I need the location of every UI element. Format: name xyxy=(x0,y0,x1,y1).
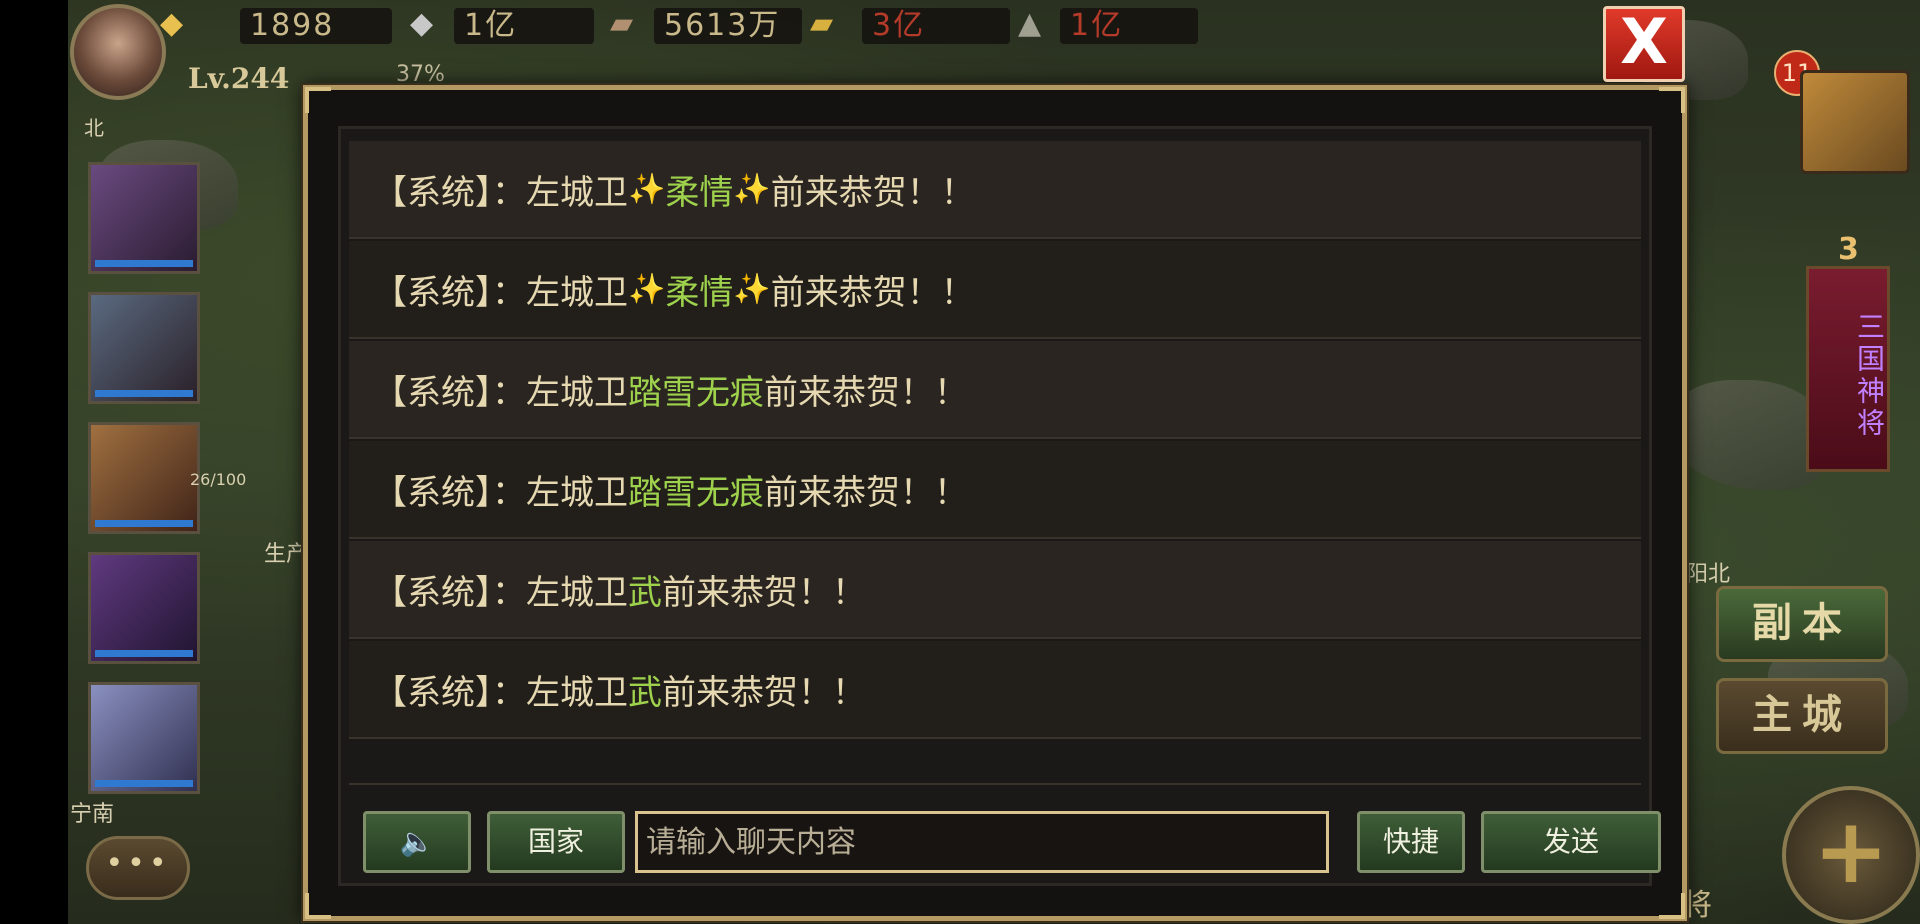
dungeon-button[interactable]: 副本 xyxy=(1716,586,1888,662)
player-avatar[interactable] xyxy=(70,4,166,100)
food-amount: 3亿 xyxy=(862,8,1010,44)
message-suffix: 前来恭贺！！ xyxy=(770,272,975,313)
quick-phrase-button[interactable]: 快捷 xyxy=(1357,811,1465,873)
chat-message: 【系统】： 左城卫 武 前来恭贺！！ xyxy=(349,641,1641,739)
chat-dialog: 【系统】： 左城卫 ✨ 柔情 ✨ 前来恭贺！！ 【系统】： 左城卫 ✨ 柔情 ✨… xyxy=(303,85,1687,921)
player-name[interactable]: 武 xyxy=(628,665,662,714)
chat-bubble-button[interactable]: ••• xyxy=(86,836,190,900)
general-hp-bar xyxy=(95,780,193,787)
main-city-button[interactable]: 主城 xyxy=(1716,678,1888,754)
chat-input[interactable] xyxy=(635,811,1329,873)
message-title: 左城卫 xyxy=(526,172,628,213)
channel-country-button[interactable]: 国家 xyxy=(487,811,625,873)
general-hp-bar xyxy=(95,650,193,657)
food-icon: ▰ xyxy=(810,6,834,41)
message-prefix: 【系统】： xyxy=(373,372,526,413)
message-suffix: 前来恭贺！！ xyxy=(764,472,968,513)
send-button[interactable]: 发送 xyxy=(1481,811,1661,873)
message-suffix: 前来恭贺！！ xyxy=(662,572,866,613)
sparkle-icon: ✨ xyxy=(733,271,771,307)
corner-ornament xyxy=(1659,87,1685,113)
silver-ingot-icon: ◆ xyxy=(410,6,434,41)
message-prefix: 【系统】： xyxy=(373,472,526,513)
general-hp-bar xyxy=(95,520,193,527)
wood-amount: 5613万 xyxy=(654,8,802,44)
gold-amount: 1898 xyxy=(240,8,392,44)
player-name[interactable]: 踏雪无痕 xyxy=(628,365,764,414)
player-region: 北 xyxy=(84,116,104,140)
message-title: 左城卫 xyxy=(526,472,628,513)
chat-message: 【系统】： 左城卫 踏雪无痕 前来恭贺！！ xyxy=(349,341,1641,439)
chat-message-list[interactable]: 【系统】： 左城卫 ✨ 柔情 ✨ 前来恭贺！！ 【系统】： 左城卫 ✨ 柔情 ✨… xyxy=(349,141,1641,777)
message-title: 左城卫 xyxy=(526,272,628,313)
player-name[interactable]: 踏雪无痕 xyxy=(628,465,764,514)
message-prefix: 【系统】： xyxy=(373,572,526,613)
message-prefix: 【系统】： xyxy=(373,272,526,313)
chat-panel: 【系统】： 左城卫 ✨ 柔情 ✨ 前来恭贺！！ 【系统】： 左城卫 ✨ 柔情 ✨… xyxy=(338,126,1661,886)
expand-menu-button[interactable]: + xyxy=(1782,786,1920,924)
close-dialog-button[interactable]: X xyxy=(1603,6,1685,82)
sanguo-shenjiang-banner[interactable]: 三国神将 xyxy=(1806,266,1890,472)
map-region-left: 宁南 xyxy=(70,802,115,827)
player-name[interactable]: 柔情 xyxy=(665,265,733,314)
gold-ingot-icon: ◆ xyxy=(160,6,184,41)
message-title: 左城卫 xyxy=(526,672,628,713)
player-name[interactable]: 武 xyxy=(628,565,662,614)
message-suffix: 前来恭贺！！ xyxy=(770,172,975,213)
chat-message: 【系统】： 左城卫 ✨ 柔情 ✨ 前来恭贺！！ xyxy=(349,241,1641,339)
world-map-button[interactable] xyxy=(1800,70,1910,174)
general-hp-bar xyxy=(95,390,193,397)
corner-ornament xyxy=(305,87,331,113)
chat-input-bar: 🔈 国家 快捷 发送 xyxy=(349,783,1661,879)
letterbox-left xyxy=(0,0,68,924)
silver-amount: 1亿 xyxy=(454,8,594,44)
sparkle-icon: ✨ xyxy=(628,171,666,207)
message-suffix: 前来恭贺！！ xyxy=(764,372,968,413)
iron-ore-icon: ▲ xyxy=(1018,6,1042,41)
general-hp-bar xyxy=(95,260,193,267)
corner-ornament xyxy=(1659,893,1685,919)
message-prefix: 【系统】： xyxy=(373,672,526,713)
general-portrait[interactable] xyxy=(88,422,200,534)
general-portrait[interactable] xyxy=(88,162,200,274)
produce-label: 生产 xyxy=(264,542,309,567)
player-level: Lv.244 xyxy=(188,62,290,95)
corner-ornament xyxy=(305,893,331,919)
exp-percent: 37% xyxy=(396,62,445,87)
general-portrait[interactable] xyxy=(88,682,200,794)
wood-icon: ▰ xyxy=(610,6,634,41)
chat-message: 【系统】： 左城卫 武 前来恭贺！！ xyxy=(349,541,1641,639)
map-region-right: 阳北 xyxy=(1686,562,1731,587)
sparkle-icon: ✨ xyxy=(733,171,771,207)
message-suffix: 前来恭贺！！ xyxy=(662,672,866,713)
troop-count: 26/100 xyxy=(190,470,247,489)
general-portrait[interactable] xyxy=(88,292,200,404)
message-prefix: 【系统】： xyxy=(373,172,526,213)
iron-amount: 1亿 xyxy=(1060,8,1198,44)
message-title: 左城卫 xyxy=(526,372,628,413)
speaker-icon: 🔈 xyxy=(399,825,435,858)
message-title: 左城卫 xyxy=(526,572,628,613)
general-portrait[interactable] xyxy=(88,552,200,664)
sparkle-icon: ✨ xyxy=(628,271,666,307)
player-name[interactable]: 柔情 xyxy=(665,165,733,214)
chat-message: 【系统】： 左城卫 踏雪无痕 前来恭贺！！ xyxy=(349,441,1641,539)
banner-rank: 3 xyxy=(1838,232,1859,267)
chat-message: 【系统】： 左城卫 ✨ 柔情 ✨ 前来恭贺！！ xyxy=(349,141,1641,239)
voice-toggle-button[interactable]: 🔈 xyxy=(363,811,471,873)
